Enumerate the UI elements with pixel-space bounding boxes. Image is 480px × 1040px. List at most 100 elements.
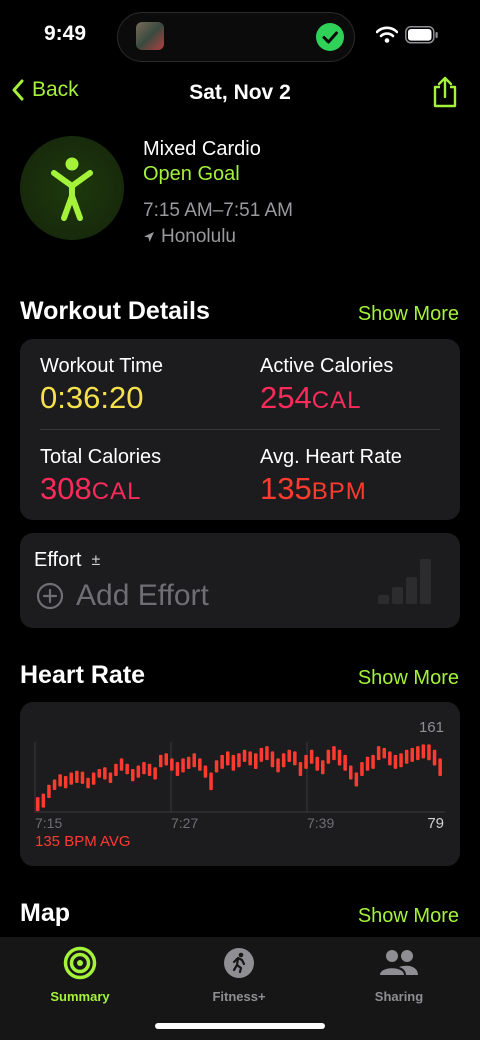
- heart-rate-bar: [131, 769, 135, 782]
- heart-rate-bar: [136, 765, 141, 778]
- activity-rings-icon: [63, 946, 97, 980]
- heart-rate-bar: [164, 753, 168, 766]
- heart-rate-bar: [349, 765, 353, 780]
- chart-x-tick-label: 7:27: [171, 815, 198, 831]
- dynamic-island[interactable]: [117, 12, 355, 62]
- details-show-more-link[interactable]: Show More: [358, 303, 459, 326]
- heart-rate-bar: [198, 758, 202, 771]
- heart-rate-bar: [326, 749, 331, 764]
- heart-rate-bar: [192, 753, 196, 768]
- share-icon[interactable]: [430, 76, 460, 108]
- tab-sharing[interactable]: Sharing: [319, 937, 479, 1004]
- workout-location: Honolulu: [143, 226, 236, 248]
- heart-rate-bar: [220, 754, 224, 769]
- heart-rate-bar: [410, 747, 414, 762]
- heart-rate-bar: [91, 772, 96, 785]
- workout-details-card[interactable]: Workout Time 0:36:20 Active Calories 254…: [20, 339, 460, 520]
- heart-rate-bar: [416, 746, 420, 761]
- heart-rate-bar: [52, 779, 57, 790]
- heart-rate-series: [36, 744, 442, 812]
- heart-rate-bar: [376, 746, 381, 761]
- heart-rate-bar: [125, 763, 129, 775]
- heart-rate-bar: [63, 776, 68, 789]
- heart-rate-bar: [181, 758, 185, 773]
- map-title: Map: [20, 899, 70, 927]
- fitness-plus-icon: [224, 948, 254, 978]
- heart-rate-bar: [58, 774, 62, 787]
- heart-rate-bar: [119, 758, 124, 771]
- heart-rate-bar: [41, 793, 46, 808]
- heart-rate-bar: [242, 749, 247, 762]
- heart-rate-bar: [80, 771, 85, 784]
- active-calories-value: 254CAL: [260, 380, 362, 415]
- workout-goal: Open Goal: [143, 163, 240, 185]
- heart-rate-bar: [47, 784, 51, 798]
- avg-heart-rate-label: Avg. Heart Rate: [260, 446, 402, 468]
- heart-rate-bar: [438, 758, 442, 776]
- active-calories-label: Active Calories: [260, 355, 394, 377]
- heart-rate-bar: [114, 763, 118, 776]
- add-effort-button[interactable]: Add Effort: [36, 579, 209, 613]
- heart-rate-bar: [69, 772, 73, 785]
- tab-fitness-plus[interactable]: Fitness+: [159, 937, 319, 1004]
- heart-rate-bar: [354, 772, 359, 787]
- heart-rate-bar: [214, 760, 219, 773]
- now-playing-thumbnail: [136, 22, 164, 50]
- divider: [40, 429, 440, 430]
- heart-rate-bar: [265, 746, 269, 761]
- heart-rate-bar: [153, 767, 157, 780]
- effort-level-icon: [376, 557, 438, 610]
- total-calories-label: Total Calories: [40, 446, 162, 468]
- heart-rate-bar: [404, 749, 409, 764]
- heart-rate-bar: [321, 760, 325, 775]
- heart-rate-bar: [276, 758, 280, 773]
- chart-x-tick-label: 7:39: [307, 815, 334, 831]
- heart-rate-bar: [287, 749, 291, 762]
- people-icon: [380, 950, 418, 975]
- heart-rate-bar: [175, 762, 180, 776]
- plus-minus-icon: ±: [91, 551, 101, 569]
- avg-heart-rate-value: 135BPM: [260, 471, 367, 506]
- workout-time-label: Workout Time: [40, 355, 163, 377]
- heart-rate-bar: [147, 763, 152, 776]
- chart-min-label: 79: [427, 815, 444, 832]
- heart-rate-bar: [159, 754, 163, 768]
- wifi-icon: [375, 26, 399, 49]
- tab-fitness-plus-label: Fitness+: [212, 989, 266, 1004]
- heart-rate-bar: [360, 762, 364, 776]
- plus-circle-icon: [36, 582, 64, 610]
- heart-rate-bar: [108, 772, 113, 783]
- heart-rate-bar: [86, 777, 90, 789]
- tab-sharing-label: Sharing: [374, 989, 424, 1004]
- total-calories-value: 308CAL: [40, 471, 142, 506]
- workout-details-title: Workout Details: [20, 297, 210, 325]
- heart-rate-bar: [371, 754, 375, 769]
- map-show-more-link[interactable]: Show More: [358, 905, 459, 928]
- effort-card[interactable]: Effort ± Add Effort: [20, 533, 460, 628]
- heart-rate-show-more-link[interactable]: Show More: [358, 667, 459, 690]
- home-indicator[interactable]: [155, 1023, 325, 1029]
- heart-rate-bar: [304, 754, 308, 769]
- heart-rate-bar: [259, 747, 264, 762]
- tab-summary[interactable]: Summary: [0, 937, 160, 1004]
- heart-rate-bar: [432, 749, 437, 766]
- workout-time-value: 0:36:20: [40, 380, 144, 415]
- heart-rate-bar: [293, 751, 297, 766]
- heart-rate-bar: [170, 758, 174, 771]
- chart-max-label: 161: [419, 719, 444, 736]
- heart-rate-bar: [298, 762, 303, 776]
- mixed-cardio-icon: [20, 136, 124, 240]
- heart-rate-bar: [97, 769, 101, 778]
- heart-rate-bar: [421, 744, 426, 759]
- heart-rate-bar: [203, 765, 208, 778]
- heart-rate-bar: [382, 747, 386, 759]
- chart-x-tick-label: 7:15: [35, 815, 62, 831]
- heart-rate-bar: [254, 753, 258, 769]
- heart-rate-bar: [337, 749, 342, 766]
- heart-rate-bar: [399, 753, 403, 768]
- heart-rate-title: Heart Rate: [20, 661, 146, 689]
- heart-rate-bar: [281, 753, 286, 768]
- effort-label-row: Effort ±: [34, 549, 100, 572]
- heart-rate-card[interactable]: 161 79 7:15 7:27 7:39 135 BPM AVG: [20, 702, 460, 866]
- tab-summary-label: Summary: [50, 989, 110, 1004]
